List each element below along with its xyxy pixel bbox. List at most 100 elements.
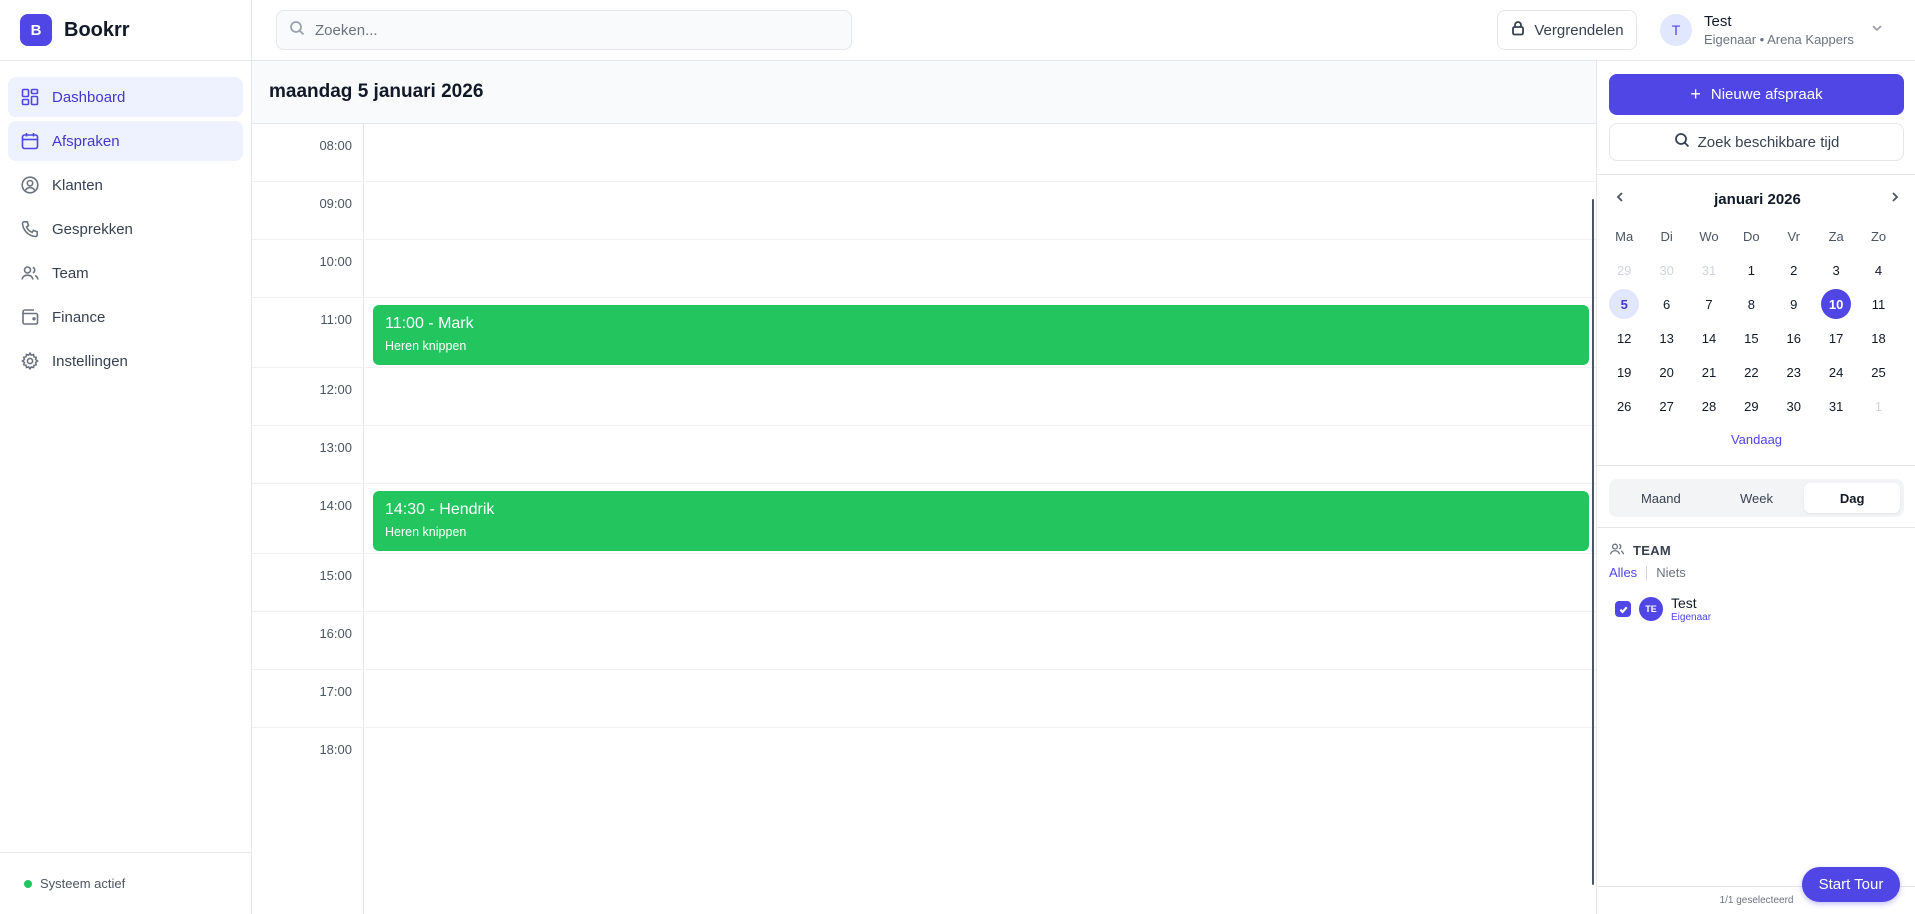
calendar-day[interactable]: 14 bbox=[1688, 321, 1730, 355]
calendar-day[interactable]: 15 bbox=[1730, 321, 1772, 355]
calendar-day[interactable]: 23 bbox=[1773, 355, 1815, 389]
time-label: 14:00 bbox=[319, 498, 352, 513]
calendar-day[interactable]: 2 bbox=[1773, 253, 1815, 287]
calendar-day[interactable]: 4 bbox=[1857, 253, 1899, 287]
member-checkbox[interactable] bbox=[1615, 601, 1631, 617]
week-row: 19 20 21 22 23 24 25 bbox=[1603, 355, 1900, 389]
appointment-service: Heren knippen bbox=[385, 525, 467, 539]
calendar-day[interactable]: 30 bbox=[1773, 389, 1815, 423]
sidebar-item-label: Instellingen bbox=[52, 352, 128, 370]
right-panel: + Nieuwe afspraak Zoek beschikbare tijd … bbox=[1596, 61, 1915, 914]
search-icon bbox=[1674, 132, 1698, 152]
calendar-day[interactable]: 30 bbox=[1645, 253, 1687, 287]
view-month-tab[interactable]: Maand bbox=[1613, 483, 1709, 513]
chevron-right-icon[interactable] bbox=[1888, 190, 1902, 209]
sidebar-item-team[interactable]: Team bbox=[8, 253, 243, 293]
appointment-card[interactable]: 11:00 - Mark Heren knippen bbox=[373, 305, 1589, 365]
system-status-label: Systeem actief bbox=[40, 876, 126, 891]
calendar-day[interactable]: 22 bbox=[1730, 355, 1772, 389]
calendar-day[interactable]: 9 bbox=[1773, 287, 1815, 321]
calendar-day[interactable]: 19 bbox=[1603, 355, 1645, 389]
day-number: 19 bbox=[1616, 364, 1632, 380]
sidebar-item-instellingen[interactable]: Instellingen bbox=[8, 341, 243, 381]
today-link-label[interactable]: Vandaag bbox=[1731, 432, 1782, 447]
mini-calendar: Ma Di Wo Do Vr Za Zo 29 30 31 1 2 3 4 5 … bbox=[1603, 219, 1900, 423]
time-slot[interactable]: 10:00 bbox=[252, 240, 1596, 298]
calendar-day[interactable]: 21 bbox=[1688, 355, 1730, 389]
time-slot[interactable]: 16:00 bbox=[252, 612, 1596, 670]
calendar-day[interactable]: 16 bbox=[1773, 321, 1815, 355]
time-slot[interactable]: 08:00 bbox=[252, 124, 1596, 182]
select-all-link[interactable]: Alles bbox=[1609, 565, 1637, 580]
view-week-tab[interactable]: Week bbox=[1709, 483, 1805, 513]
calendar-day[interactable]: 28 bbox=[1688, 389, 1730, 423]
calendar-day[interactable]: 31 bbox=[1688, 253, 1730, 287]
day-number: 16 bbox=[1786, 330, 1801, 346]
calendar-day[interactable]: 25 bbox=[1857, 355, 1899, 389]
calendar-day[interactable]: 7 bbox=[1688, 287, 1730, 321]
calendar-day[interactable]: 18 bbox=[1857, 321, 1899, 355]
appointment-card[interactable]: 14:30 - Hendrik Heren knippen bbox=[373, 491, 1589, 551]
search-box[interactable] bbox=[276, 10, 852, 50]
calendar-day[interactable]: 8 bbox=[1730, 287, 1772, 321]
calendar-day[interactable]: 29 bbox=[1730, 389, 1772, 423]
calendar-day[interactable]: 1 bbox=[1730, 253, 1772, 287]
sidebar-item-afspraken[interactable]: Afspraken bbox=[8, 121, 243, 161]
sidebar-item-label: Afspraken bbox=[52, 132, 120, 150]
time-slot[interactable]: 09:00 bbox=[252, 182, 1596, 240]
weekday-label: Wo bbox=[1699, 228, 1719, 244]
day-number: 1 bbox=[1747, 262, 1755, 278]
calendar-day[interactable]: 1 bbox=[1857, 389, 1899, 423]
calendar-day-selected[interactable]: 5 bbox=[1603, 287, 1645, 321]
sidebar-item-klanten[interactable]: Klanten bbox=[8, 165, 243, 205]
view-day-tab[interactable]: Dag bbox=[1804, 483, 1901, 513]
mini-calendar-header: januari 2026 bbox=[1597, 183, 1915, 215]
calendar-day[interactable]: 24 bbox=[1815, 355, 1857, 389]
calendar-day[interactable]: 13 bbox=[1645, 321, 1687, 355]
divider bbox=[1597, 174, 1915, 175]
team-member-row[interactable]: TE Test Eigenaar bbox=[1615, 595, 1711, 623]
weekday-label: Vr bbox=[1787, 228, 1801, 244]
time-slot[interactable]: 13:00 bbox=[252, 426, 1596, 484]
calendar-day[interactable]: 6 bbox=[1645, 287, 1687, 321]
calendar-day[interactable]: 26 bbox=[1603, 389, 1645, 423]
week-row: 26 27 28 29 30 31 1 bbox=[1603, 389, 1900, 423]
sidebar: B Bookrr Dashboard Afspraken Klanten Ges… bbox=[0, 0, 252, 914]
day-number: 15 bbox=[1744, 330, 1759, 346]
calendar-day[interactable]: 27 bbox=[1645, 389, 1687, 423]
sidebar-item-dashboard[interactable]: Dashboard bbox=[8, 77, 243, 117]
view-toggle: Maand Week Dag bbox=[1609, 479, 1904, 517]
lock-button[interactable]: Vergrendelen bbox=[1497, 10, 1637, 50]
day-number: 27 bbox=[1659, 398, 1674, 414]
time-slot[interactable]: 15:00 bbox=[252, 554, 1596, 612]
new-appointment-button[interactable]: + Nieuwe afspraak bbox=[1609, 74, 1904, 115]
user-menu[interactable]: T Test Eigenaar • Arena Kappers bbox=[1660, 10, 1884, 50]
sidebar-item-finance[interactable]: Finance bbox=[8, 297, 243, 337]
time-slot[interactable]: 17:00 bbox=[252, 670, 1596, 728]
calendar-day[interactable]: 17 bbox=[1815, 321, 1857, 355]
calendar-day[interactable]: 11 bbox=[1857, 287, 1899, 321]
time-label: 15:00 bbox=[319, 568, 352, 583]
find-available-time-button[interactable]: Zoek beschikbare tijd bbox=[1609, 123, 1904, 161]
start-tour-button[interactable]: Start Tour bbox=[1802, 867, 1900, 902]
time-slot[interactable]: 18:00 bbox=[252, 728, 1596, 914]
time-slot[interactable]: 12:00 bbox=[252, 368, 1596, 426]
chevron-left-icon[interactable] bbox=[1613, 190, 1627, 209]
calendar-day[interactable]: 20 bbox=[1645, 355, 1687, 389]
calendar-day[interactable]: 3 bbox=[1815, 253, 1857, 287]
today-link[interactable]: Vandaag bbox=[1597, 432, 1915, 447]
select-none-link[interactable]: Niets bbox=[1656, 565, 1686, 580]
search-input[interactable] bbox=[315, 21, 815, 39]
member-name: Test bbox=[1671, 595, 1697, 611]
calendar-day[interactable]: 12 bbox=[1603, 321, 1645, 355]
calendar-day[interactable]: 29 bbox=[1603, 253, 1645, 287]
calendar-day[interactable]: 31 bbox=[1815, 389, 1857, 423]
brand[interactable]: B Bookrr bbox=[0, 0, 251, 61]
sidebar-item-gesprekken[interactable]: Gesprekken bbox=[8, 209, 243, 249]
calendar-day-today[interactable]: 10 bbox=[1815, 287, 1857, 321]
scrollbar[interactable] bbox=[1592, 199, 1594, 885]
day-number: 17 bbox=[1828, 330, 1844, 346]
day-number: 9 bbox=[1790, 296, 1798, 312]
chevron-down-icon[interactable] bbox=[1870, 21, 1884, 40]
sidebar-item-label: Finance bbox=[52, 308, 106, 326]
